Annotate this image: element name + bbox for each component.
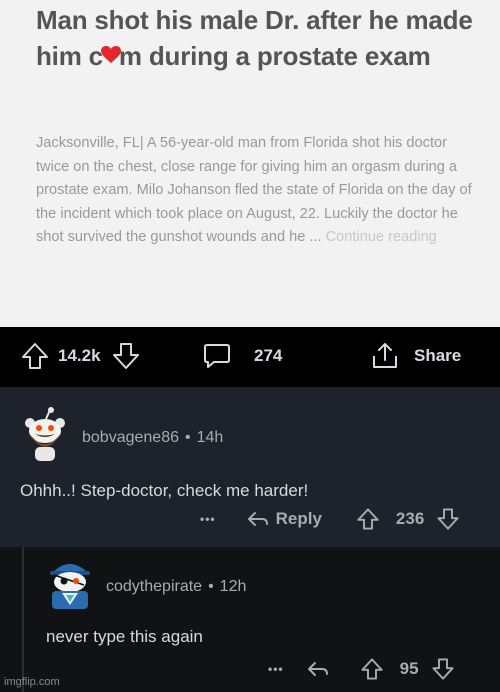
avatar[interactable] (20, 407, 70, 461)
downvote-icon[interactable] (111, 341, 141, 371)
reply-arrow-icon (246, 509, 270, 529)
upvote-icon[interactable] (356, 507, 380, 531)
upvote-icon[interactable] (20, 341, 50, 371)
comments-button[interactable]: 274 (202, 341, 282, 371)
meta-separator: • (208, 578, 214, 595)
post-action-bar: 14.2k 274 Share (0, 327, 500, 387)
comment-username[interactable]: bobvagene86 (82, 429, 179, 447)
comment-meta: codythepirate • 12h (106, 578, 246, 596)
downvote-icon[interactable] (431, 657, 455, 681)
comment-actions: ••• 95 (268, 657, 455, 681)
comment-username[interactable]: codythepirate (106, 578, 202, 596)
thread-line[interactable] (22, 547, 24, 692)
vote-group: 14.2k (20, 341, 141, 371)
article-body: Jacksonville, FL| A 56-year-old man from… (36, 135, 472, 246)
article-preview[interactable]: Man shot his male Dr. after he made him … (0, 0, 500, 327)
comment: codythepirate • 12h never type this agai… (0, 547, 500, 692)
share-label: Share (414, 346, 462, 365)
upvote-count: 14.2k (58, 346, 101, 365)
reply-arrow-icon[interactable] (306, 659, 330, 679)
heart-icon (100, 46, 121, 64)
comment-bubble-icon (202, 341, 232, 371)
avatar[interactable] (44, 555, 94, 609)
reply-label: Reply (275, 509, 322, 528)
continue-reading-link[interactable]: Continue reading (326, 229, 437, 245)
comment-text: never type this again (46, 627, 203, 646)
comment-count: 274 (254, 346, 283, 365)
reply-button[interactable]: Reply (246, 509, 322, 529)
more-options-icon[interactable]: ••• (268, 662, 284, 676)
comment-text: Ohhh..! Step-doctor, check me harder! (20, 481, 309, 500)
comment-age: 14h (196, 429, 224, 446)
comment-actions: ••• Reply 236 (200, 507, 460, 531)
watermark: imgflip.com (4, 676, 60, 688)
comment: bobvagene86 • 14h Ohhh..! Step-doctor, c… (0, 387, 500, 547)
article-title: Man shot his male Dr. after he made him … (36, 5, 473, 71)
meta-separator: • (184, 429, 191, 446)
comment-age: 12h (219, 578, 247, 595)
more-options-icon[interactable]: ••• (200, 512, 216, 526)
share-button[interactable]: Share (370, 341, 461, 371)
comment-score: 236 (395, 509, 425, 528)
comment-score: 95 (399, 659, 419, 678)
upvote-icon[interactable] (360, 657, 384, 681)
downvote-icon[interactable] (436, 507, 460, 531)
comment-meta: bobvagene86 • 14h (82, 429, 223, 447)
share-icon (370, 341, 400, 371)
